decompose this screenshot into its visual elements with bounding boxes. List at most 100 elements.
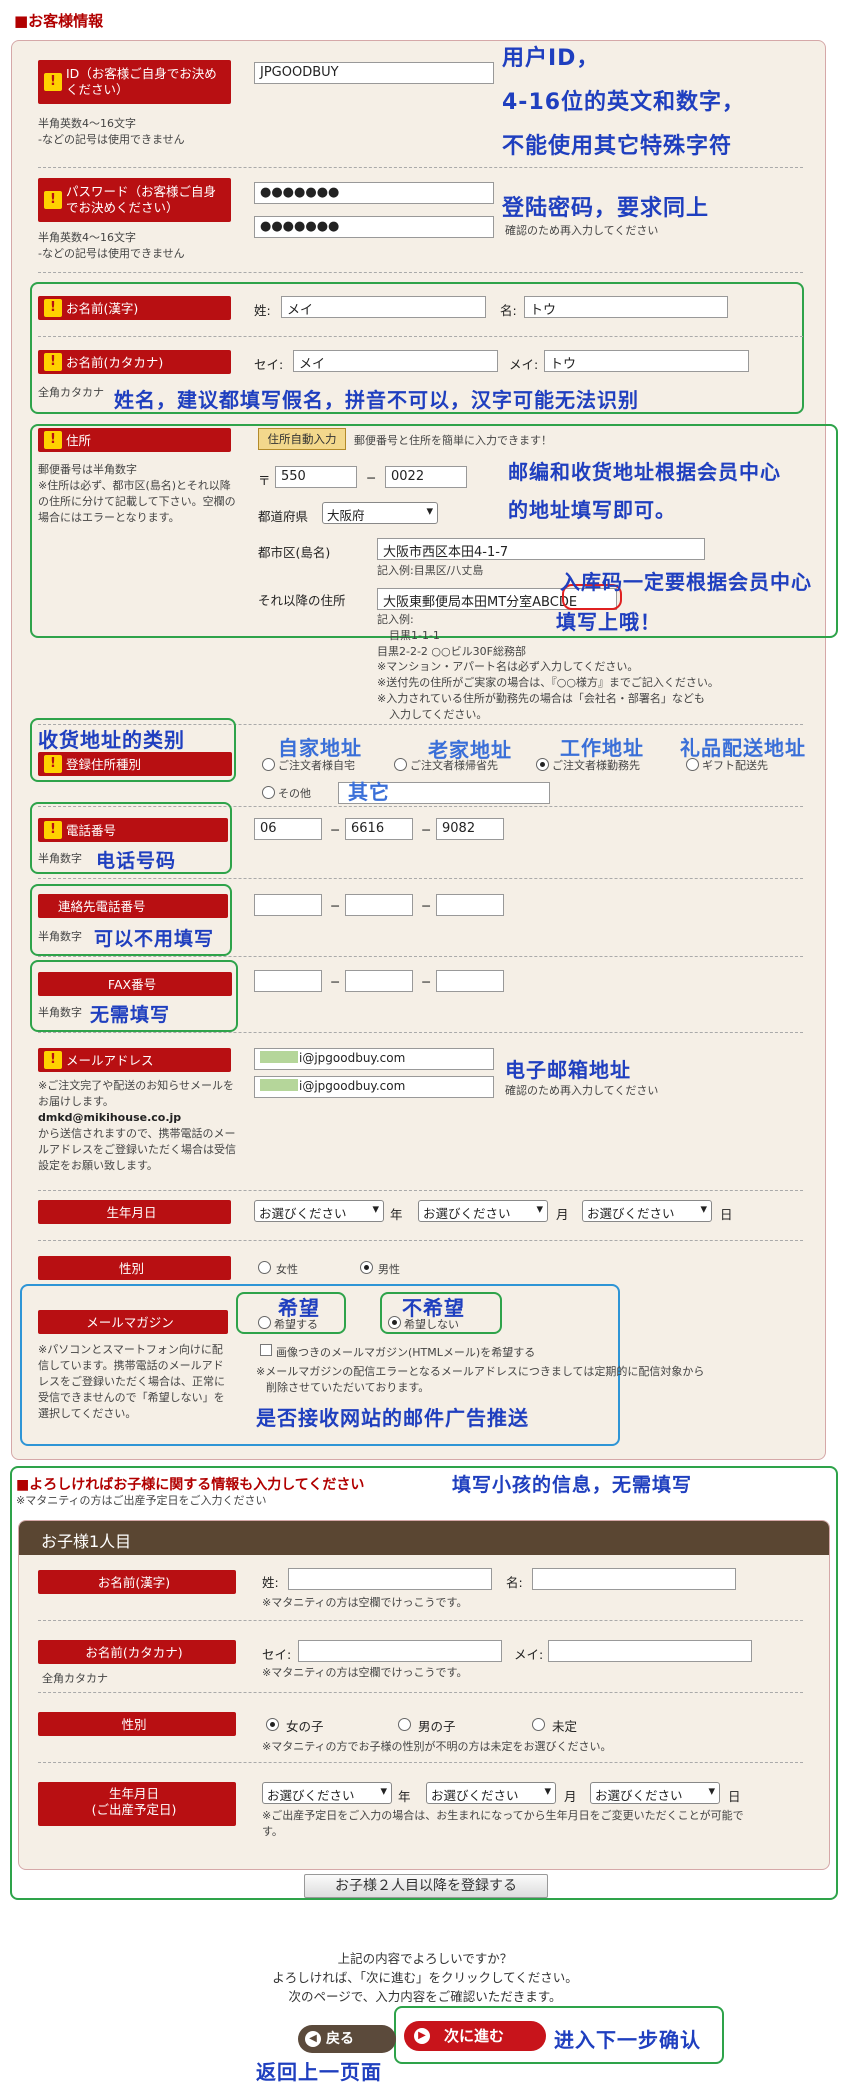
children-annotation: 填写小孩的信息，无需填写 <box>452 1474 693 1496</box>
id-annotation-3: 不能使用其它特殊字符 <box>502 134 733 159</box>
child-birth-year-select[interactable]: お選びください <box>262 1782 392 1804</box>
fax-note: 半角数字 <box>38 1006 82 1019</box>
city-input[interactable]: 大阪市西区本田4-1-7 <box>377 538 705 560</box>
magazine-no-radio[interactable] <box>388 1316 401 1329</box>
email-confirm-input[interactable]: i@jpgoodbuy.com <box>254 1076 494 1098</box>
kana-mei-input[interactable]: トウ <box>544 350 749 372</box>
phone-input-2[interactable]: 6616 <box>345 818 413 840</box>
fax-input-1[interactable] <box>254 970 322 992</box>
gender-label: 性別 <box>38 1256 231 1280</box>
divider <box>38 1762 803 1763</box>
fax-input-2[interactable] <box>345 970 413 992</box>
child-gender-label: 性別 <box>38 1712 236 1736</box>
back-arrow-icon: ◀ <box>305 2031 321 2047</box>
html-mail-checkbox[interactable] <box>260 1344 272 1356</box>
phone-input-1[interactable]: 06 <box>254 818 322 840</box>
kana-sei-input[interactable]: メイ <box>293 350 498 372</box>
contact-phone-label: 連絡先電話番号 <box>38 894 228 918</box>
magazine-annotation: 是否接收网站的邮件广告推送 <box>256 1406 529 1430</box>
phone-dash: − <box>421 822 432 837</box>
child-kana-mei-input[interactable] <box>548 1640 752 1662</box>
email-redaction <box>260 1079 298 1091</box>
phone-note: 半角数字 <box>38 852 82 865</box>
email-input[interactable]: i@jpgoodbuy.com <box>254 1048 494 1070</box>
addr-type-radio-other[interactable] <box>262 786 275 799</box>
divider <box>38 336 803 337</box>
password-confirm-input[interactable]: ●●●●●●● <box>254 216 494 238</box>
auto-address-button[interactable]: 住所自動入力 <box>258 428 346 450</box>
name-mei-input[interactable]: トウ <box>524 296 728 318</box>
addr-type-radio-home[interactable] <box>262 758 275 771</box>
phone-dash: − <box>330 822 341 837</box>
confirm-text: 上記の内容でよろしいですか？ よろしければ、「次に進む」をクリックしてください。… <box>272 1951 578 2004</box>
divider <box>38 878 803 879</box>
child-birth-note: ※ご出産予定日をご入力の場合は、お生まれになってから生年月日をご変更いただくこと… <box>262 1809 744 1838</box>
zip2-input[interactable]: 0022 <box>385 466 467 488</box>
child-mei-input[interactable] <box>532 1568 736 1590</box>
child-undecided-radio[interactable] <box>532 1718 545 1731</box>
child-sei-label: 姓: <box>262 1575 279 1590</box>
child-sei-input[interactable] <box>288 1568 492 1590</box>
child-birth-month-unit: 月 <box>564 1789 577 1804</box>
name-kanji-label: ! お名前(漢字) <box>38 296 231 320</box>
prefecture-select[interactable]: 大阪府 <box>322 502 438 524</box>
required-icon: ! <box>44 73 62 91</box>
gender-female-radio[interactable] <box>258 1261 271 1274</box>
divider <box>38 1692 803 1693</box>
rest-address-label: それ以降の住所 <box>258 593 346 608</box>
contact-phone-input-2[interactable] <box>345 894 413 916</box>
name-annotation: 姓名，建议都填写假名，拼音不可以，汉字可能无法识别 <box>114 388 639 412</box>
next-button[interactable]: ▶ 次に進む <box>404 2021 546 2051</box>
password-input[interactable]: ●●●●●●● <box>254 182 494 204</box>
divider <box>38 1190 803 1191</box>
rest-example: 記入例: 目黒1-1-1 目黒2-2-2 ○○ビル30F総務部 <box>377 613 526 658</box>
email-annotation: 电子邮箱地址 <box>505 1058 631 1082</box>
magazine-note: ※パソコンとスマートフォン向けに配信しています。携帯電話のメールアドレスをご登録… <box>38 1343 225 1420</box>
birth-year-select[interactable]: お選びください <box>254 1200 384 1222</box>
addr-type-radio-parents[interactable] <box>394 758 407 771</box>
gender-male-radio[interactable] <box>360 1261 373 1274</box>
next-annotation: 进入下一步确认 <box>554 2028 701 2052</box>
child-kana-note: 全角カタカナ <box>42 1672 108 1685</box>
child-boy-radio[interactable] <box>398 1718 411 1731</box>
magazine-no-label: 希望しない <box>404 1318 459 1331</box>
contact-phone-input-3[interactable] <box>436 894 504 916</box>
child-mei-label: 名: <box>506 1575 523 1590</box>
addr-type-radio-gift[interactable] <box>686 758 699 771</box>
gender-male-label: 男性 <box>378 1263 400 1276</box>
back-annotation: 返回上一页面 <box>256 2060 382 2084</box>
address-label: ! 住所 <box>38 428 231 452</box>
phone-input-3[interactable]: 9082 <box>436 818 504 840</box>
birth-day-unit: 日 <box>720 1207 733 1222</box>
back-button[interactable]: ◀ 戻る <box>298 2025 396 2053</box>
required-icon: ! <box>44 191 62 209</box>
child-boy-label: 男の子 <box>418 1719 456 1734</box>
child-birth-year-unit: 年 <box>398 1789 411 1804</box>
zip1-input[interactable]: 550 <box>275 466 357 488</box>
child-undecided-label: 未定 <box>552 1719 578 1734</box>
add-child-button[interactable]: お子様２人目以降を登録する <box>304 1874 548 1898</box>
name-sei-input[interactable]: メイ <box>281 296 486 318</box>
contact-phone-input-1[interactable] <box>254 894 322 916</box>
fax-input-3[interactable] <box>436 970 504 992</box>
children-title: ■よろしければお子様に関する情報も入力してください <box>16 1477 365 1493</box>
child-birth-day-select[interactable]: お選びください <box>590 1782 720 1804</box>
child-kana-sei-input[interactable] <box>298 1640 502 1662</box>
birth-month-select[interactable]: お選びください <box>418 1200 548 1222</box>
email-note: ※ご注文完了や配送のお知らせメールをお届けします。 dmkd@mikihouse.… <box>38 1079 236 1172</box>
addr-type-radio-work[interactable] <box>536 758 549 771</box>
child-girl-radio[interactable] <box>266 1718 279 1731</box>
birth-day-select[interactable]: お選びください <box>582 1200 712 1222</box>
id-input[interactable]: JPGOODBUY <box>254 62 494 84</box>
child-kanji-label: お名前(漢字) <box>38 1570 236 1594</box>
fax-dash: − <box>330 974 341 989</box>
magazine-yes-radio[interactable] <box>258 1316 271 1329</box>
divider <box>38 1620 803 1621</box>
section-title: ■お客様情報 <box>14 12 104 30</box>
auto-address-desc: 郵便番号と住所を簡単に入力できます！ <box>354 434 552 447</box>
id-annotation-1: 用户ID， <box>502 46 600 71</box>
child-girl-label: 女の子 <box>286 1719 324 1734</box>
child-birth-month-select[interactable]: お選びください <box>426 1782 556 1804</box>
id-annotation-2: 4-16位的英文和数字， <box>502 90 746 115</box>
birth-year-unit: 年 <box>390 1207 403 1222</box>
